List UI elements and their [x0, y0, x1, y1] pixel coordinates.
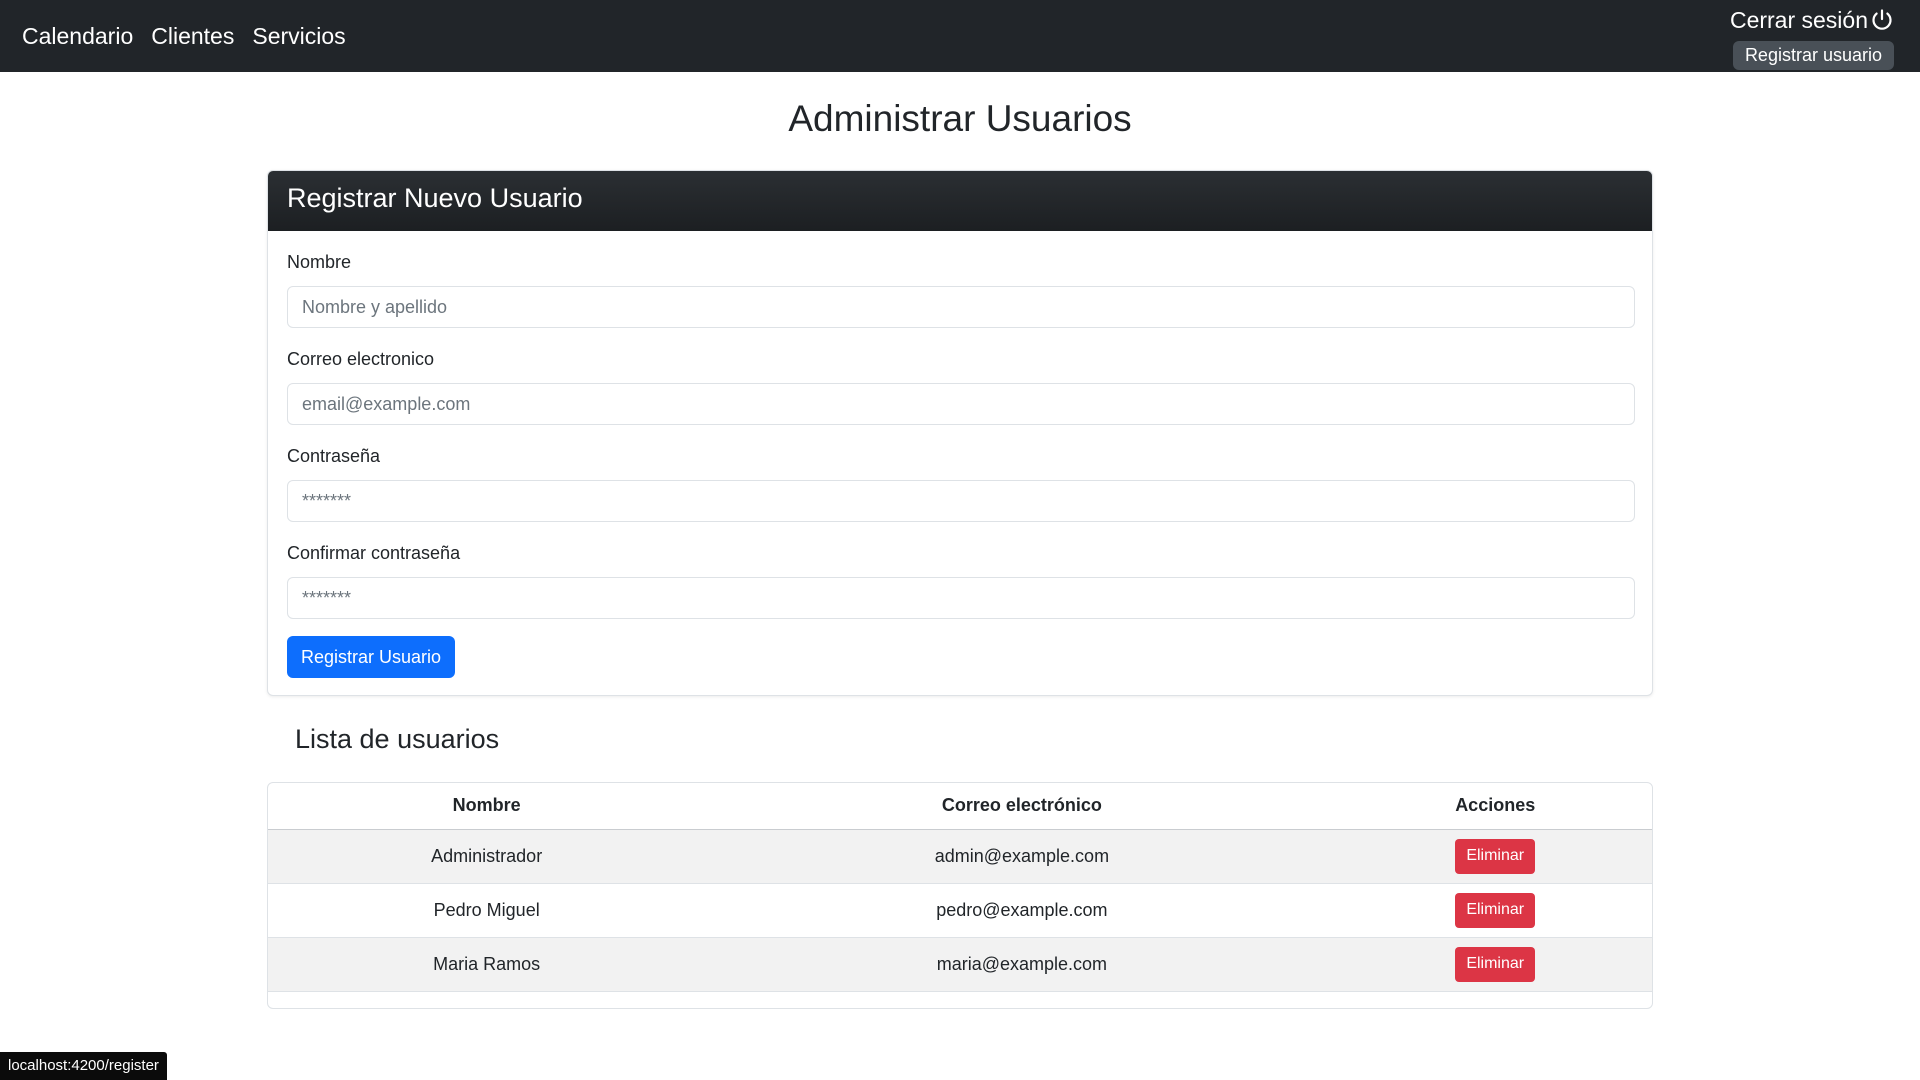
email-label: Correo electronico — [287, 349, 435, 369]
logout-link[interactable]: Cerrar sesión — [1730, 6, 1894, 34]
user-email-cell: pedro@example.com — [705, 883, 1339, 938]
register-user-card: Registrar Nuevo Usuario Nombre Correo el… — [267, 170, 1653, 696]
column-header-actions: Acciones — [1338, 783, 1652, 830]
nav-link-servicios[interactable]: Servicios — [252, 20, 345, 52]
name-input[interactable] — [287, 286, 1635, 328]
password-input[interactable] — [287, 480, 1635, 522]
top-navbar: Calendario Clientes Servicios Cerrar ses… — [0, 0, 1920, 72]
password-label: Contraseña — [287, 446, 381, 466]
user-table-container: Nombre Correo electrónico Acciones Admin… — [267, 782, 1653, 1009]
confirm-password-label: Confirmar contraseña — [287, 543, 461, 563]
name-label: Nombre — [287, 252, 352, 272]
user-actions-cell: Eliminar — [1338, 883, 1652, 938]
register-submit-button[interactable]: Registrar Usuario — [287, 636, 456, 678]
nav-link-clientes[interactable]: Clientes — [151, 20, 234, 52]
nav-links: Calendario Clientes Servicios — [22, 20, 346, 52]
power-icon — [1872, 9, 1892, 30]
confirm-password-field-group: Confirmar contraseña — [287, 542, 1635, 619]
table-row: Maria Ramos maria@example.com Eliminar — [268, 937, 1652, 992]
column-header-name: Nombre — [268, 783, 706, 830]
name-field-group: Nombre — [287, 251, 1635, 328]
user-actions-cell: Eliminar — [1338, 829, 1652, 884]
status-bar-url: localhost:4200/register — [0, 1052, 167, 1080]
confirm-password-input[interactable] — [287, 577, 1635, 619]
user-name-cell: Pedro Miguel — [268, 883, 706, 938]
nav-link-calendario[interactable]: Calendario — [22, 20, 133, 52]
user-name-cell: Administrador — [268, 829, 706, 884]
user-email-cell: admin@example.com — [705, 829, 1339, 884]
table-row: Administrador admin@example.com Eliminar — [268, 829, 1652, 884]
user-email-cell: maria@example.com — [705, 937, 1339, 992]
delete-user-button[interactable]: Eliminar — [1455, 838, 1536, 874]
register-form: Nombre Correo electronico Contraseña Con… — [268, 231, 1652, 695]
password-field-group: Contraseña — [287, 445, 1635, 522]
delete-user-button[interactable]: Eliminar — [1455, 946, 1536, 982]
page-title: Administrar Usuarios — [788, 98, 1132, 139]
user-list-title: Lista de usuarios — [295, 724, 500, 754]
user-table: Nombre Correo electrónico Acciones Admin… — [268, 783, 1652, 992]
table-header-row: Nombre Correo electrónico Acciones — [268, 783, 1652, 830]
card-header: Registrar Nuevo Usuario — [268, 171, 1652, 231]
email-field-group: Correo electronico — [287, 348, 1635, 425]
user-actions-cell: Eliminar — [1338, 937, 1652, 992]
register-user-button[interactable]: Registrar usuario — [1732, 41, 1894, 70]
column-header-email: Correo electrónico — [705, 783, 1339, 830]
user-name-cell: Maria Ramos — [268, 937, 706, 992]
delete-user-button[interactable]: Eliminar — [1455, 892, 1536, 928]
logout-label: Cerrar sesión — [1729, 7, 1868, 33]
table-row: Pedro Miguel pedro@example.com Eliminar — [268, 883, 1652, 938]
email-input[interactable] — [287, 383, 1635, 425]
